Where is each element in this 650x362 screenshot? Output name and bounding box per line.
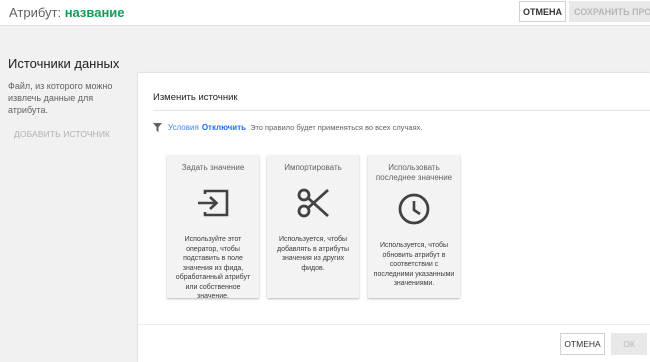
filter-icon — [153, 122, 162, 132]
ok-button[interactable]: ОК — [611, 333, 647, 355]
input-arrow-icon — [196, 186, 230, 220]
attribute-name: название — [64, 5, 125, 20]
add-source-button[interactable]: ДОБАВИТЬ ИСТОЧНИК — [14, 129, 110, 139]
conditions-link[interactable]: Условия — [168, 123, 199, 132]
condition-row: Условия Отключить Это правило будет прим… — [153, 121, 423, 133]
page-title: Атрибут: название — [9, 5, 125, 20]
condition-note: Это правило будет применяться во всех сл… — [250, 122, 423, 132]
header-cancel-button[interactable]: ОТМЕНА — [519, 1, 566, 22]
edit-source-panel: Изменить источник Условия Отключить Это … — [138, 73, 650, 362]
panel-title: Изменить источник — [153, 92, 238, 103]
card-description: Используется, чтобы добавлять в атрибуты… — [277, 236, 349, 272]
card-title: Использовать последнее значение — [375, 163, 453, 182]
card-description: Используется, чтобы обновить атрибут в с… — [373, 242, 455, 287]
footer-divider — [138, 324, 650, 325]
section-title: Источники данных — [8, 56, 120, 71]
scissors-icon — [296, 186, 330, 220]
clock-icon — [397, 192, 431, 226]
save-project-button[interactable]: СОХРАНИТЬ ПРОЕ — [569, 1, 650, 22]
section-description: Файл, из которого можно извлечь данные д… — [8, 81, 113, 115]
panel-divider — [153, 110, 650, 111]
card-title: Импортировать — [284, 163, 342, 172]
card-description: Используйте этот оператор, чтобы подстав… — [175, 236, 251, 300]
cancel-button[interactable]: ОТМЕНА — [560, 333, 605, 355]
disable-conditions-link[interactable]: Отключить — [202, 123, 246, 132]
card-set-value[interactable]: Задать значение Используйте этот операто… — [167, 155, 259, 300]
card-import[interactable]: Импортировать Используется, чтобы добавл… — [267, 155, 359, 298]
card-last-value[interactable]: Использовать последнее значение Использу… — [368, 155, 460, 298]
card-title: Задать значение — [181, 163, 245, 172]
top-bar: Атрибут: название ОТМЕНА СОХРАНИТЬ ПРОЕ — [0, 0, 650, 26]
title-prefix: Атрибут: — [9, 5, 62, 20]
